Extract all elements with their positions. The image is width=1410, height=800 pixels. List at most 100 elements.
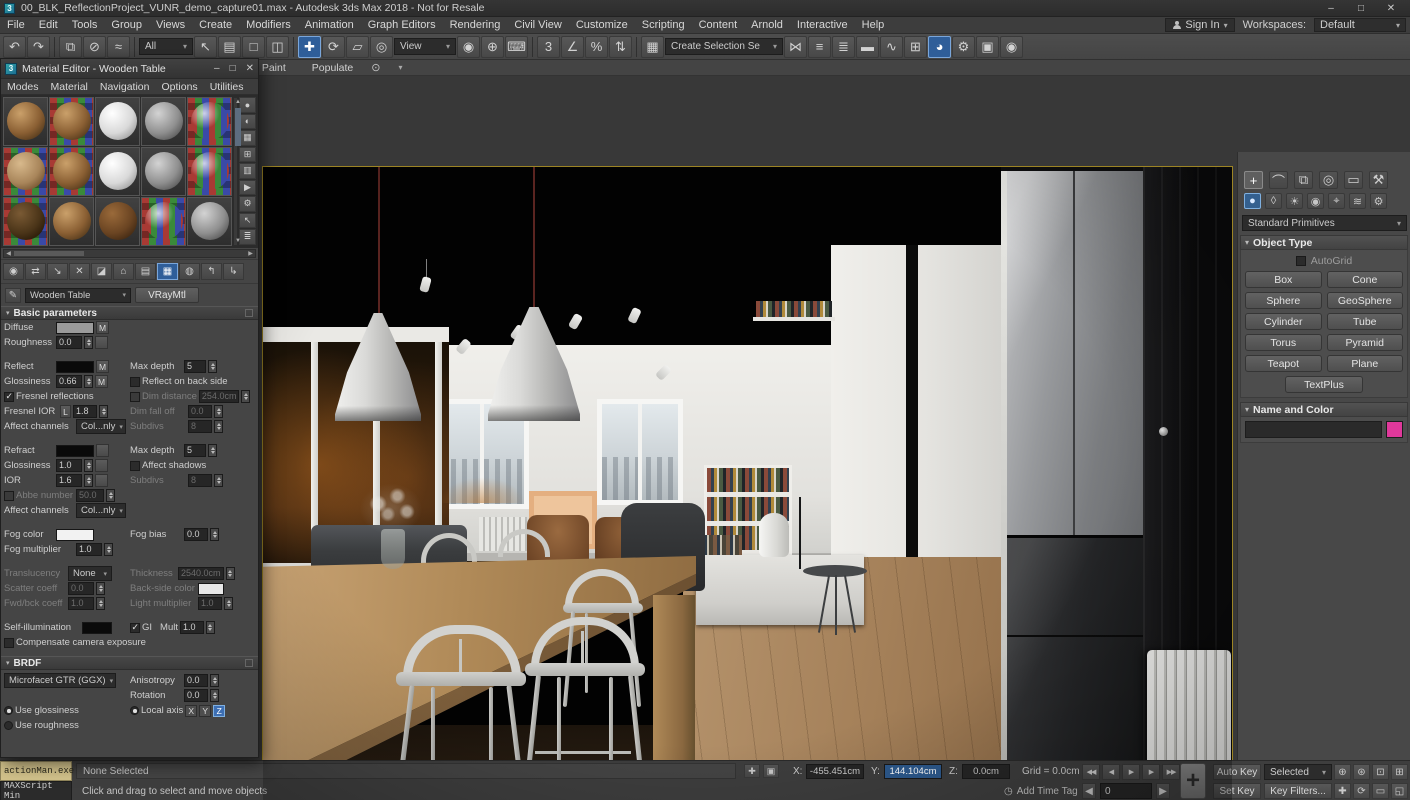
systems-category-icon[interactable]: ⚙ [1370,193,1387,209]
menu-item[interactable]: Rendering [443,17,508,34]
spinner[interactable] [226,567,235,580]
bind-to-space-warp-icon[interactable]: ≈ [107,36,130,58]
material-sample-slot[interactable] [141,147,186,196]
toggle-scene-explorer-icon[interactable]: ≣ [832,36,855,58]
menu-item[interactable]: Civil View [507,17,568,34]
refract-subdivs-field[interactable]: 8 [188,474,212,487]
object-color-swatch[interactable] [1386,421,1403,438]
anisotropy-field[interactable]: 0.0 [184,674,208,687]
ior-field[interactable]: 1.6 [56,474,82,487]
basic-parameters-rollout-header[interactable]: ▾Basic parameters [1,306,258,320]
spinner[interactable] [96,597,105,610]
menu-item[interactable]: Tools [65,17,105,34]
select-and-manipulate-icon[interactable]: ⊕ [481,36,504,58]
go-forward-to-sibling-icon[interactable]: ↳ [223,263,244,280]
me-maximize-button[interactable]: □ [230,63,236,74]
material-editor-menu-item[interactable]: Modes [1,78,45,95]
lights-category-icon[interactable]: ☀ [1286,193,1303,209]
spinner[interactable] [241,390,250,403]
spinner[interactable] [208,360,217,373]
make-preview-icon[interactable]: ▶ [239,180,256,196]
menu-item[interactable]: Edit [32,17,65,34]
primitive-category-dropdown[interactable]: Standard Primitives [1242,215,1407,231]
spinner[interactable] [99,405,108,418]
material-sample-slot[interactable] [187,147,232,196]
material-id-channel-icon[interactable]: ▤ [135,263,156,280]
select-by-name-icon[interactable]: ▤ [218,36,241,58]
refract-max-depth-field[interactable]: 5 [184,444,206,457]
pick-material-icon[interactable]: ✎ [5,288,21,303]
spinner[interactable] [208,444,217,457]
reflect-color-swatch[interactable] [56,361,94,373]
translucency-dropdown[interactable]: None [68,566,112,581]
use-glossiness-radio[interactable] [4,706,13,715]
dim-distance-checkbox[interactable] [130,392,140,402]
fwd-bck-coeff-field[interactable]: 1.0 [68,597,94,610]
backlight-icon[interactable]: ◐ [239,114,256,130]
brdf-type-dropdown[interactable]: Microfacet GTR (GGX) [4,673,116,688]
menu-item[interactable]: Create [192,17,239,34]
material-sample-slot[interactable] [95,97,140,146]
close-button[interactable]: ✕ [1376,1,1406,16]
object-type-button[interactable]: GeoSphere [1327,292,1404,309]
angle-snap-toggle-icon[interactable]: ∠ [561,36,584,58]
key-mode-dropdown[interactable]: Selected [1264,764,1332,780]
scroll-down-icon[interactable]: ▼ [234,237,242,245]
thickness-field[interactable]: 2540.0cm [178,567,224,580]
perspective-viewport[interactable] [263,167,1232,800]
scroll-left-icon[interactable]: ◀ [4,250,13,257]
menu-item[interactable]: Arnold [744,17,790,34]
fog-bias-field[interactable]: 0.0 [184,528,208,541]
spinner[interactable] [84,459,93,472]
unlink-selection-icon[interactable]: ⊘ [83,36,106,58]
fog-multiplier-field[interactable]: 1.0 [76,543,102,556]
get-material-icon[interactable]: ◉ [3,263,24,280]
object-type-button[interactable]: Box [1245,271,1322,288]
object-name-input[interactable] [1245,421,1382,438]
zoom-icon[interactable]: ⊕ [1334,764,1351,780]
undo-icon[interactable]: ↶ [3,36,26,58]
zoom-all-icon[interactable]: ⊛ [1353,764,1370,780]
zoom-region-icon[interactable]: ▭ [1372,783,1389,799]
sample-background-icon[interactable]: ▦ [239,130,256,146]
autogrid-checkbox[interactable] [1296,256,1306,266]
material-editor-titlebar[interactable]: 3 Material Editor - Wooden Table – □ ✕ [1,59,258,79]
align-icon[interactable]: ≡ [808,36,831,58]
material-editor-menu-item[interactable]: Options [156,78,204,95]
make-material-copy-icon[interactable]: ◪ [91,263,112,280]
use-roughness-radio[interactable] [4,721,13,730]
ribbon-tab[interactable]: Populate [312,62,353,74]
object-type-button[interactable]: TextPlus [1285,376,1363,393]
menu-item[interactable]: File [0,17,32,34]
menu-item[interactable]: Group [104,17,149,34]
eye-icon[interactable]: ⊙ [371,61,380,74]
object-type-button[interactable]: Torus [1245,334,1322,351]
roughness-field[interactable]: 0.0 [56,336,82,349]
affect-channels-dropdown[interactable]: Col...nly [76,419,126,434]
redo-icon[interactable]: ↷ [27,36,50,58]
material-sample-slot[interactable] [3,197,48,246]
use-pivot-point-center-icon[interactable]: ◉ [457,36,480,58]
orbit-icon[interactable]: ⟳ [1353,783,1370,799]
spinner[interactable] [206,621,215,634]
window-crossing-toggle-icon[interactable]: ◫ [266,36,289,58]
display-tab-icon[interactable]: ▭ [1344,171,1363,189]
material-sample-slot[interactable] [187,97,232,146]
material-sample-slot[interactable] [3,147,48,196]
self-illumination-swatch[interactable] [82,622,112,634]
show-map-in-viewport-icon[interactable]: ▦ [157,263,178,280]
refract-glossiness-map-button[interactable] [95,459,108,472]
menu-item[interactable]: Help [855,17,892,34]
refract-map-button[interactable] [96,444,109,457]
affect-shadows-checkbox[interactable] [130,461,140,471]
menu-item[interactable]: Graph Editors [361,17,443,34]
name-color-rollout-header[interactable]: ▾Name and Color [1240,402,1408,417]
selection-filter-dropdown[interactable]: All [139,38,193,55]
menu-item[interactable]: Scripting [635,17,692,34]
local-axis-radio[interactable] [130,706,139,715]
spinner[interactable] [210,689,219,702]
spinner[interactable] [214,420,223,433]
material-editor-menu-item[interactable]: Material [45,78,94,95]
render-production-icon[interactable]: ◉ [1000,36,1023,58]
put-to-library-icon[interactable]: ⌂ [113,263,134,280]
